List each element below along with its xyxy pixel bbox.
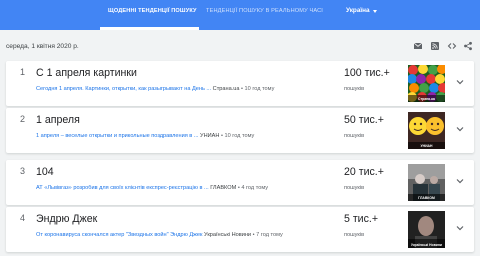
header-bar: ЩОДЕННІ ТЕНДЕНЦІЇ ПОШУКУ ТЕНДЕНЦІЇ ПОШУК…: [0, 0, 480, 30]
trend-title[interactable]: 1 апреля: [36, 114, 80, 126]
article-time: • 10 год тому: [241, 86, 275, 92]
trend-thumbnail[interactable]: Страна.ua: [408, 65, 445, 102]
search-count-label: пошуків: [344, 133, 365, 139]
trend-rank: 3: [20, 166, 26, 176]
article-time: • 10 год тому: [220, 133, 255, 139]
trend-card[interactable]: 4 Эндрю Джек От коронавируса скончался а…: [6, 207, 474, 252]
trend-thumbnail[interactable]: Українські Новини: [408, 211, 445, 248]
thumbnail-source: Страна.ua: [418, 97, 435, 101]
article-source: ГЛАВКОМ: [210, 185, 237, 191]
trend-title[interactable]: Эндрю Джек: [36, 213, 97, 225]
search-count-label: пошуків: [344, 185, 365, 191]
trend-rank: 4: [20, 213, 26, 223]
trend-thumbnail[interactable]: УНИАН: [408, 112, 445, 149]
embed-code-icon[interactable]: [447, 41, 457, 51]
article-link[interactable]: 1 апреля – веселые открытки и прикольные…: [36, 133, 198, 139]
country-selector[interactable]: Україна: [346, 7, 370, 14]
trend-thumbnail[interactable]: ГЛАВКОМ: [408, 164, 445, 201]
trend-article: От коронавируса скончался актер "Звездны…: [36, 232, 336, 238]
expand-chevron-icon[interactable]: [456, 178, 464, 184]
trend-article: Сегодня 1 апреля. Картинки, открытки, ка…: [36, 86, 336, 92]
article-time: • 7 год тому: [252, 232, 283, 238]
search-count-label: пошуків: [344, 232, 365, 238]
tab-daily-trends[interactable]: ЩОДЕННІ ТЕНДЕНЦІЇ ПОШУКУ: [108, 8, 197, 14]
search-count: 5 тис.+: [344, 213, 379, 225]
article-link[interactable]: АТ «Львівгаз» розробив для своїх клієнті…: [36, 185, 209, 191]
thumbnail-source: УНИАН: [420, 144, 433, 148]
article-time: • 4 год тому: [237, 185, 269, 191]
expand-chevron-icon[interactable]: [456, 225, 464, 231]
article-source: Українські Новини: [204, 232, 252, 238]
date-label: середа, 1 квітня 2020 р.: [6, 43, 79, 50]
article-source: Страна.ua: [212, 86, 240, 92]
article-link[interactable]: Сегодня 1 апреля. Картинки, открытки, ка…: [36, 86, 211, 92]
share-icon[interactable]: [463, 41, 473, 51]
trend-card[interactable]: 3 104 АТ «Львівгаз» розробив для своїх к…: [6, 160, 474, 205]
trend-article: 1 апреля – веселые открытки и прикольные…: [36, 133, 336, 139]
trend-rank: 1: [20, 67, 26, 77]
article-source: УНИАН: [200, 133, 220, 139]
tab-realtime-trends[interactable]: ТЕНДЕНЦІЇ ПОШУКУ В РЕАЛЬНОМУ ЧАСІ: [206, 8, 323, 14]
expand-chevron-icon[interactable]: [456, 126, 464, 132]
article-link[interactable]: От коронавируса скончался актер "Звездны…: [36, 232, 202, 238]
email-icon[interactable]: [413, 41, 423, 51]
search-count-label: пошуків: [344, 86, 365, 92]
rss-icon[interactable]: [430, 41, 440, 51]
trend-card[interactable]: 1 С 1 апреля картинки Сегодня 1 апреля. …: [6, 61, 474, 106]
expand-chevron-icon[interactable]: [456, 79, 464, 85]
search-count: 100 тис.+: [344, 67, 390, 79]
thumbnail-source: Українські Новини: [410, 243, 442, 247]
trend-article: АТ «Львівгаз» розробив для своїх клієнті…: [36, 185, 336, 191]
chevron-down-icon[interactable]: [373, 10, 377, 13]
active-tab-indicator: [100, 27, 199, 30]
trend-card[interactable]: 2 1 апреля 1 апреля – веселые открытки и…: [6, 108, 474, 153]
thumbnail-source: ГЛАВКОМ: [418, 196, 435, 200]
search-count: 20 тис.+: [344, 166, 384, 178]
trend-title[interactable]: С 1 апреля картинки: [36, 67, 137, 79]
trend-rank: 2: [20, 114, 26, 124]
search-count: 50 тис.+: [344, 114, 384, 126]
trend-title[interactable]: 104: [36, 166, 54, 178]
